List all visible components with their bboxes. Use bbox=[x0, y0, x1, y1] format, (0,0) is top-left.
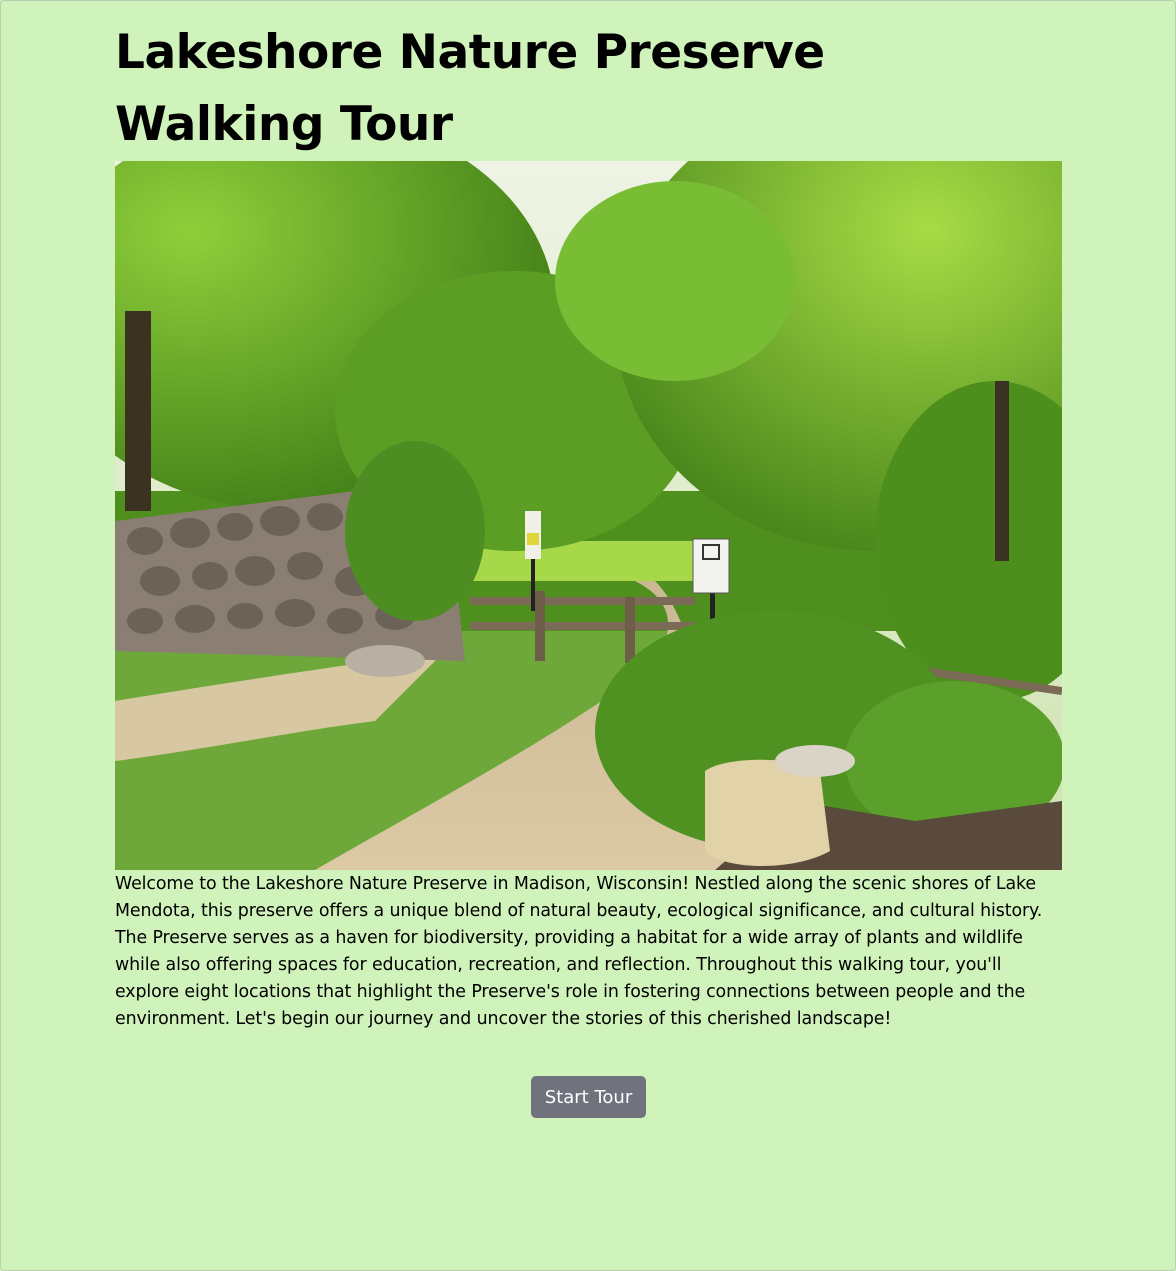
page-title: Lakeshore Nature Preserve Walking Tour bbox=[115, 25, 825, 152]
hero-image bbox=[115, 161, 1062, 870]
intro-text: Welcome to the Lakeshore Nature Preserve… bbox=[115, 874, 1043, 1029]
start-tour-button[interactable]: Start Tour bbox=[531, 1076, 646, 1118]
main-content: Lakeshore Nature Preserve Walking Tour W… bbox=[115, 1, 1062, 1118]
